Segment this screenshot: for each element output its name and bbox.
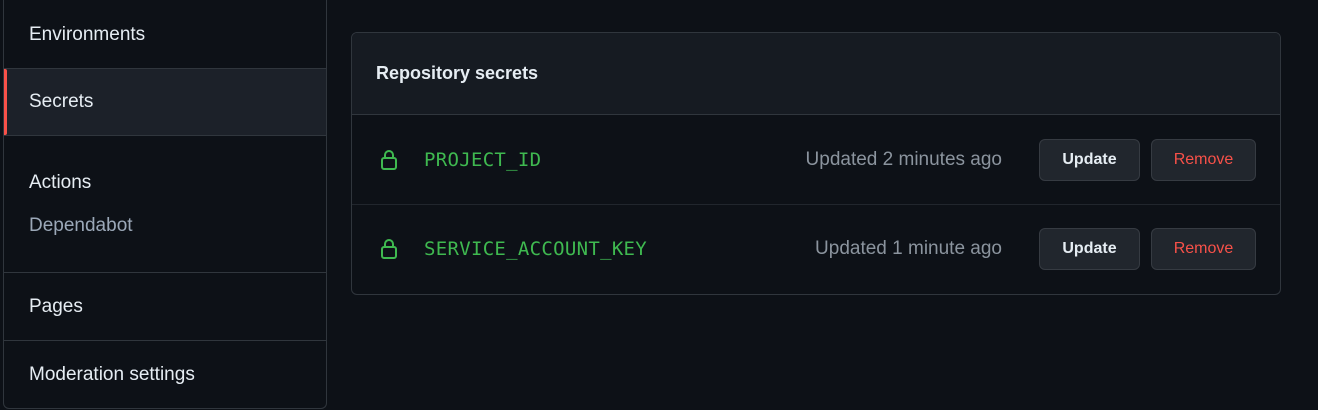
sidebar-item-moderation-settings[interactable]: Moderation settings bbox=[4, 341, 326, 408]
sidebar-item-pages[interactable]: Pages bbox=[4, 273, 326, 340]
secret-name: SERVICE_ACCOUNT_KEY bbox=[424, 238, 648, 260]
sidebar-item-label: Pages bbox=[29, 295, 83, 317]
sidebar-item-label: Secrets bbox=[29, 91, 94, 112]
sidebar-item-label: Environments bbox=[29, 24, 146, 45]
repository-secrets-panel: Repository secrets PROJECT_ID Updated 2 … bbox=[351, 32, 1281, 295]
settings-sidebar: Environments Secrets Actions Dependabot … bbox=[3, 0, 327, 409]
update-button[interactable]: Update bbox=[1039, 138, 1140, 181]
secret-row: SERVICE_ACCOUNT_KEY Updated 1 minute ago… bbox=[352, 204, 1280, 293]
sidebar-item-label: Moderation settings bbox=[29, 363, 195, 385]
remove-button[interactable]: Remove bbox=[1151, 228, 1256, 270]
settings-page: Environments Secrets Actions Dependabot … bbox=[0, 0, 1318, 410]
panel-title: Repository secrets bbox=[352, 33, 1280, 115]
remove-button[interactable]: Remove bbox=[1151, 138, 1256, 181]
sidebar-item-secrets[interactable]: Secrets bbox=[4, 68, 326, 136]
sidebar-item-environments[interactable]: Environments bbox=[4, 0, 326, 70]
secret-updated-time: Updated 1 minute ago bbox=[815, 238, 1002, 259]
sidebar-group-heading-actions: Actions bbox=[29, 172, 92, 193]
lock-icon bbox=[381, 149, 397, 170]
lock-icon bbox=[381, 239, 397, 259]
update-button[interactable]: Update bbox=[1039, 228, 1140, 270]
secret-name: PROJECT_ID bbox=[424, 148, 542, 171]
secret-updated-time: Updated 2 minutes ago bbox=[805, 148, 1002, 170]
sidebar-subitem-dependabot[interactable]: Dependabot bbox=[29, 215, 133, 237]
secret-row: PROJECT_ID Updated 2 minutes ago Update … bbox=[352, 115, 1280, 204]
